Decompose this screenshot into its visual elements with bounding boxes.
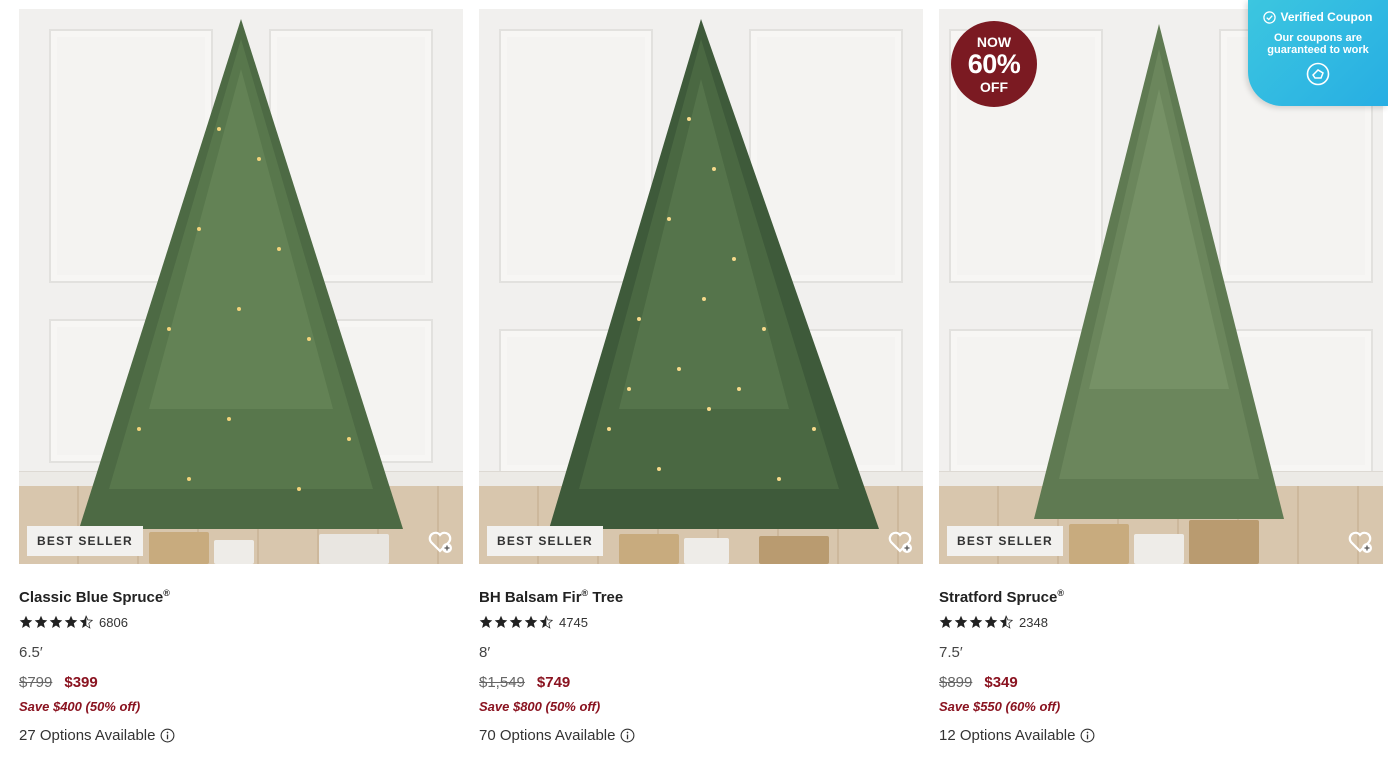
coupon-text: Our coupons are guaranteed to work	[1267, 32, 1369, 56]
options-available[interactable]: 12 Options Available	[939, 727, 1383, 744]
options-available[interactable]: 70 Options Available	[479, 727, 923, 744]
christmas-tree-image	[79, 19, 403, 529]
sale-badge: NOW 60% OFF	[951, 21, 1037, 107]
coupon-title: Verified Coupon	[1280, 10, 1373, 24]
rating-count: 6806	[99, 614, 128, 630]
check-circle-icon	[1263, 10, 1277, 24]
christmas-tree-image	[549, 19, 879, 529]
verified-coupon-widget[interactable]: Verified Coupon Our coupons are guarante…	[1248, 0, 1388, 106]
product-name-suffix[interactable]: Tree	[588, 589, 623, 606]
sale-badge-line3: OFF	[980, 78, 1008, 95]
gift-box	[759, 536, 829, 564]
product-name[interactable]: BH Balsam Fir	[479, 589, 582, 606]
product-name[interactable]: Stratford Spruce	[939, 589, 1057, 606]
product-title[interactable]: Stratford Spruce®	[939, 588, 1383, 606]
product-image[interactable]: BEST SELLER	[19, 9, 463, 564]
original-price: $799	[19, 674, 53, 691]
gift-box	[619, 534, 679, 564]
info-icon[interactable]	[1080, 728, 1095, 743]
product-size: 6.5′	[19, 644, 43, 661]
product-size: 7.5′	[939, 644, 963, 661]
rating-count: 2348	[1019, 614, 1048, 630]
product-card[interactable]: BEST SELLER Classic Blue Spruce® 6806 6.…	[19, 9, 463, 744]
gift-box	[1069, 524, 1129, 564]
rating-row[interactable]: 2348	[939, 614, 1383, 630]
registered-mark: ®	[1057, 588, 1064, 598]
star-icon	[524, 615, 538, 628]
star-icon	[509, 615, 523, 628]
rating-row[interactable]: 6806	[19, 614, 463, 630]
star-icon	[494, 615, 508, 628]
gift-box	[1189, 520, 1259, 564]
original-price: $899	[939, 674, 973, 691]
product-title[interactable]: BH Balsam Fir® Tree	[479, 588, 923, 606]
heart-plus-icon[interactable]	[887, 528, 913, 554]
best-seller-badge: BEST SELLER	[947, 526, 1063, 556]
sale-badge-percent: 60%	[967, 48, 1021, 79]
product-size: 8′	[479, 644, 491, 661]
registered-mark: ®	[163, 588, 170, 598]
info-icon[interactable]	[160, 728, 175, 743]
coupon-logo-icon[interactable]	[1306, 62, 1330, 86]
star-icon	[969, 615, 983, 628]
half-star-icon	[79, 615, 93, 629]
star-icon	[984, 615, 998, 628]
heart-plus-icon[interactable]	[427, 528, 453, 554]
star-rating	[19, 615, 94, 629]
half-star-icon	[999, 615, 1013, 629]
rating-row[interactable]: 4745	[479, 614, 923, 630]
sale-badge-line1: NOW	[976, 33, 1012, 50]
savings-text: Save $550 (60% off)	[939, 699, 1061, 714]
options-label[interactable]: 27 Options Available	[19, 727, 156, 744]
info-icon[interactable]	[620, 728, 635, 743]
gift-box	[1134, 534, 1184, 564]
gift-box	[214, 540, 254, 564]
sale-price: $749	[536, 674, 571, 691]
product-card[interactable]: NOW 60% OFF BEST SELLER Stratford Spruce…	[939, 9, 1383, 744]
rating-count: 4745	[559, 614, 588, 630]
sale-price: $349	[984, 674, 1018, 691]
price-row: $899 $349	[939, 674, 1383, 691]
options-label[interactable]: 12 Options Available	[939, 727, 1076, 744]
star-icon	[49, 615, 63, 628]
sale-price: $399	[64, 674, 98, 691]
best-seller-badge: BEST SELLER	[27, 526, 143, 556]
savings-text: Save $800 (50% off)	[479, 699, 601, 714]
star-icon	[479, 615, 493, 628]
price-row: $1,549 $749	[479, 674, 923, 691]
coupon-header: Verified Coupon	[1248, 10, 1388, 24]
star-icon	[64, 615, 78, 628]
star-rating	[479, 615, 554, 629]
gift-box	[684, 538, 729, 564]
savings-text: Save $400 (50% off)	[19, 699, 141, 714]
star-icon	[19, 615, 33, 628]
star-icon	[939, 615, 953, 628]
best-seller-badge: BEST SELLER	[487, 526, 603, 556]
star-icon	[34, 615, 48, 628]
half-star-icon	[539, 615, 553, 629]
star-rating	[939, 615, 1014, 629]
star-icon	[954, 615, 968, 628]
original-price: $1,549	[479, 674, 525, 691]
product-grid: BEST SELLER Classic Blue Spruce® 6806 6.…	[19, 9, 1383, 744]
product-card[interactable]: BEST SELLER BH Balsam Fir® Tree 4745 8′ …	[479, 9, 923, 744]
price-row: $799 $399	[19, 674, 463, 691]
heart-plus-icon[interactable]	[1347, 528, 1373, 554]
product-image[interactable]: BEST SELLER	[479, 9, 923, 564]
gift-box	[319, 534, 389, 564]
product-title[interactable]: Classic Blue Spruce®	[19, 588, 463, 606]
gift-box	[149, 532, 209, 564]
options-available[interactable]: 27 Options Available	[19, 727, 463, 744]
product-name[interactable]: Classic Blue Spruce	[19, 589, 163, 606]
options-label[interactable]: 70 Options Available	[479, 727, 616, 744]
